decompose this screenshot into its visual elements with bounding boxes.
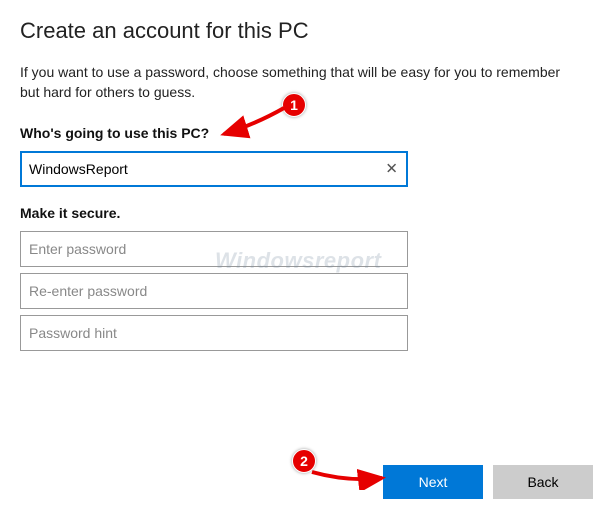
password-input[interactable] bbox=[20, 231, 408, 267]
password-hint-input[interactable] bbox=[20, 315, 408, 351]
next-button[interactable]: Next bbox=[383, 465, 483, 499]
username-input[interactable] bbox=[20, 151, 408, 187]
back-button[interactable]: Back bbox=[493, 465, 593, 499]
close-icon: ✕ bbox=[385, 160, 398, 177]
annotation-callout-2: 2 bbox=[292, 449, 316, 473]
password-field-wrap bbox=[20, 231, 408, 267]
clear-username-button[interactable]: ✕ bbox=[381, 157, 402, 180]
annotation-arrow-2 bbox=[308, 460, 388, 490]
confirm-password-input[interactable] bbox=[20, 273, 408, 309]
username-label: Who's going to use this PC? bbox=[20, 125, 593, 141]
confirm-password-field-wrap bbox=[20, 273, 408, 309]
username-field-wrap: ✕ bbox=[20, 151, 408, 187]
password-hint-field-wrap bbox=[20, 315, 408, 351]
footer-buttons: Next Back bbox=[383, 465, 593, 499]
secure-label: Make it secure. bbox=[20, 205, 593, 221]
page-title: Create an account for this PC bbox=[20, 18, 593, 44]
annotation-callout-1: 1 bbox=[282, 93, 306, 117]
